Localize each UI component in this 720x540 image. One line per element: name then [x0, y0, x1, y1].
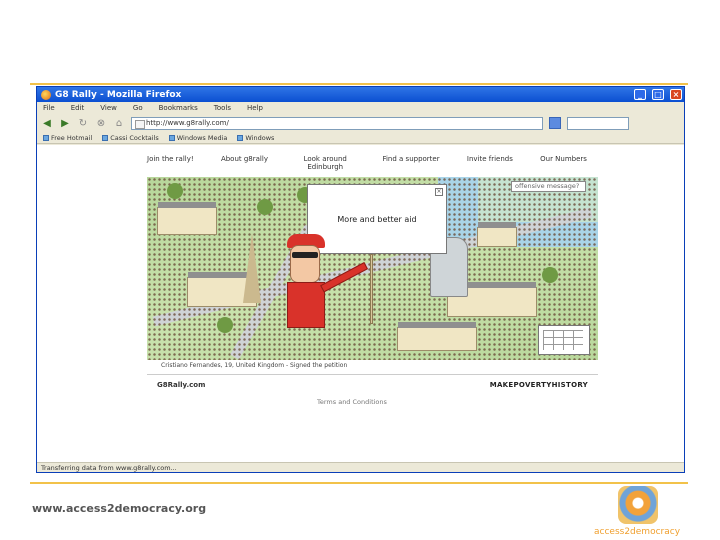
placard-text: More and better aid: [337, 214, 417, 224]
scene-building: [397, 322, 477, 351]
nav-find-supporter[interactable]: Find a supporter: [382, 155, 439, 171]
bookmark-label: Windows Media: [176, 133, 228, 142]
message-search-input[interactable]: offensive message?: [511, 181, 586, 192]
reload-icon[interactable]: ↻: [77, 117, 89, 129]
logo-text: access2democracy: [594, 527, 681, 537]
bookmark-item[interactable]: Windows Media: [168, 133, 228, 142]
protest-placard: More and better aid ×: [307, 184, 447, 254]
menu-go[interactable]: Go: [133, 104, 143, 112]
browser-search-input[interactable]: [567, 116, 629, 130]
access2democracy-logo: [618, 486, 658, 524]
menu-view[interactable]: View: [100, 104, 117, 112]
nav-look-around[interactable]: Look around Edinburgh: [295, 155, 355, 171]
slide-url-footer: www.access2democracy.org: [32, 502, 207, 515]
nav-join-rally[interactable]: Join the rally!: [147, 155, 194, 171]
bookmark-label: Free Hotmail: [51, 133, 93, 142]
tree-icon: [167, 183, 183, 199]
slide-bottom-divider: [30, 482, 688, 484]
make-poverty-history-logo[interactable]: MAKEPOVERTYHISTORY: [490, 381, 588, 389]
menu-edit[interactable]: Edit: [71, 104, 85, 112]
tree-icon: [257, 199, 273, 215]
go-button[interactable]: [549, 117, 561, 129]
protester-head: [290, 245, 320, 283]
menu-tools[interactable]: Tools: [214, 104, 231, 112]
status-bar: Transferring data from www.g8rally.com..…: [37, 462, 684, 472]
signed-petition-caption: Cristiano Fernandes, 19, United Kingdom …: [161, 362, 348, 369]
close-icon[interactable]: ×: [435, 188, 443, 196]
menu-file[interactable]: File: [43, 104, 55, 112]
forward-icon[interactable]: ▶: [59, 117, 71, 129]
home-icon[interactable]: ⌂: [113, 117, 125, 129]
menu-help[interactable]: Help: [247, 104, 263, 112]
protester-sunglasses: [292, 252, 318, 258]
bookmark-label: Windows: [245, 133, 275, 142]
bookmark-item[interactable]: Cassi Cocktails: [102, 134, 159, 142]
minimize-button[interactable]: _: [634, 89, 646, 100]
rally-map-scene[interactable]: offensive message? More and better aid ×: [147, 177, 598, 360]
bookmark-label: Cassi Cocktails: [110, 133, 159, 142]
bookmark-item[interactable]: Windows: [237, 134, 274, 142]
placard-pole: [370, 254, 373, 324]
bookmarks-toolbar: Free Hotmail Cassi Cocktails Windows Med…: [37, 132, 684, 144]
tree-icon: [542, 267, 558, 283]
scene-building: [157, 202, 217, 235]
menu-bar: File Edit View Go Bookmarks Tools Help: [37, 102, 684, 114]
title-bar: G8 Rally - Mozilla Firefox _ □ ×: [37, 87, 684, 102]
scene-building: [477, 222, 517, 247]
firefox-icon: [41, 89, 51, 100]
browser-window: G8 Rally - Mozilla Firefox _ □ × File Ed…: [36, 86, 685, 473]
bookmark-item[interactable]: Free Hotmail: [43, 134, 92, 142]
maximize-button[interactable]: □: [652, 89, 664, 100]
slide-top-divider: [30, 83, 688, 85]
terms-link[interactable]: Terms and Conditions: [317, 398, 387, 406]
nav-about[interactable]: About g8rally: [221, 155, 268, 171]
bookmark-icon: [102, 134, 109, 141]
stop-icon[interactable]: ⊗: [95, 117, 107, 129]
site-footer: G8Rally.com MAKEPOVERTYHISTORY: [147, 374, 598, 394]
close-button[interactable]: ×: [670, 89, 682, 100]
navigation-toolbar: ◀ ▶ ↻ ⊗ ⌂ http://www.g8rally.com/: [37, 114, 684, 132]
minimap[interactable]: [538, 325, 590, 355]
nav-our-numbers[interactable]: Our Numbers: [540, 155, 587, 171]
bookmark-icon: [168, 134, 175, 141]
address-bar[interactable]: http://www.g8rally.com/: [131, 116, 543, 130]
site-navigation: Join the rally! About g8rally Look aroun…: [147, 155, 587, 171]
back-icon[interactable]: ◀: [41, 117, 53, 129]
menu-bookmarks[interactable]: Bookmarks: [159, 104, 198, 112]
g8rally-logo[interactable]: G8Rally.com: [157, 381, 205, 389]
church-spire: [243, 233, 261, 303]
bookmark-icon: [43, 134, 49, 141]
bookmark-icon: [237, 134, 244, 141]
nav-invite-friends[interactable]: Invite friends: [467, 155, 513, 171]
page-content: Join the rally! About g8rally Look aroun…: [37, 145, 684, 462]
tree-icon: [217, 317, 233, 333]
window-title: G8 Rally - Mozilla Firefox: [55, 89, 182, 100]
protester-body[interactable]: [287, 282, 325, 328]
